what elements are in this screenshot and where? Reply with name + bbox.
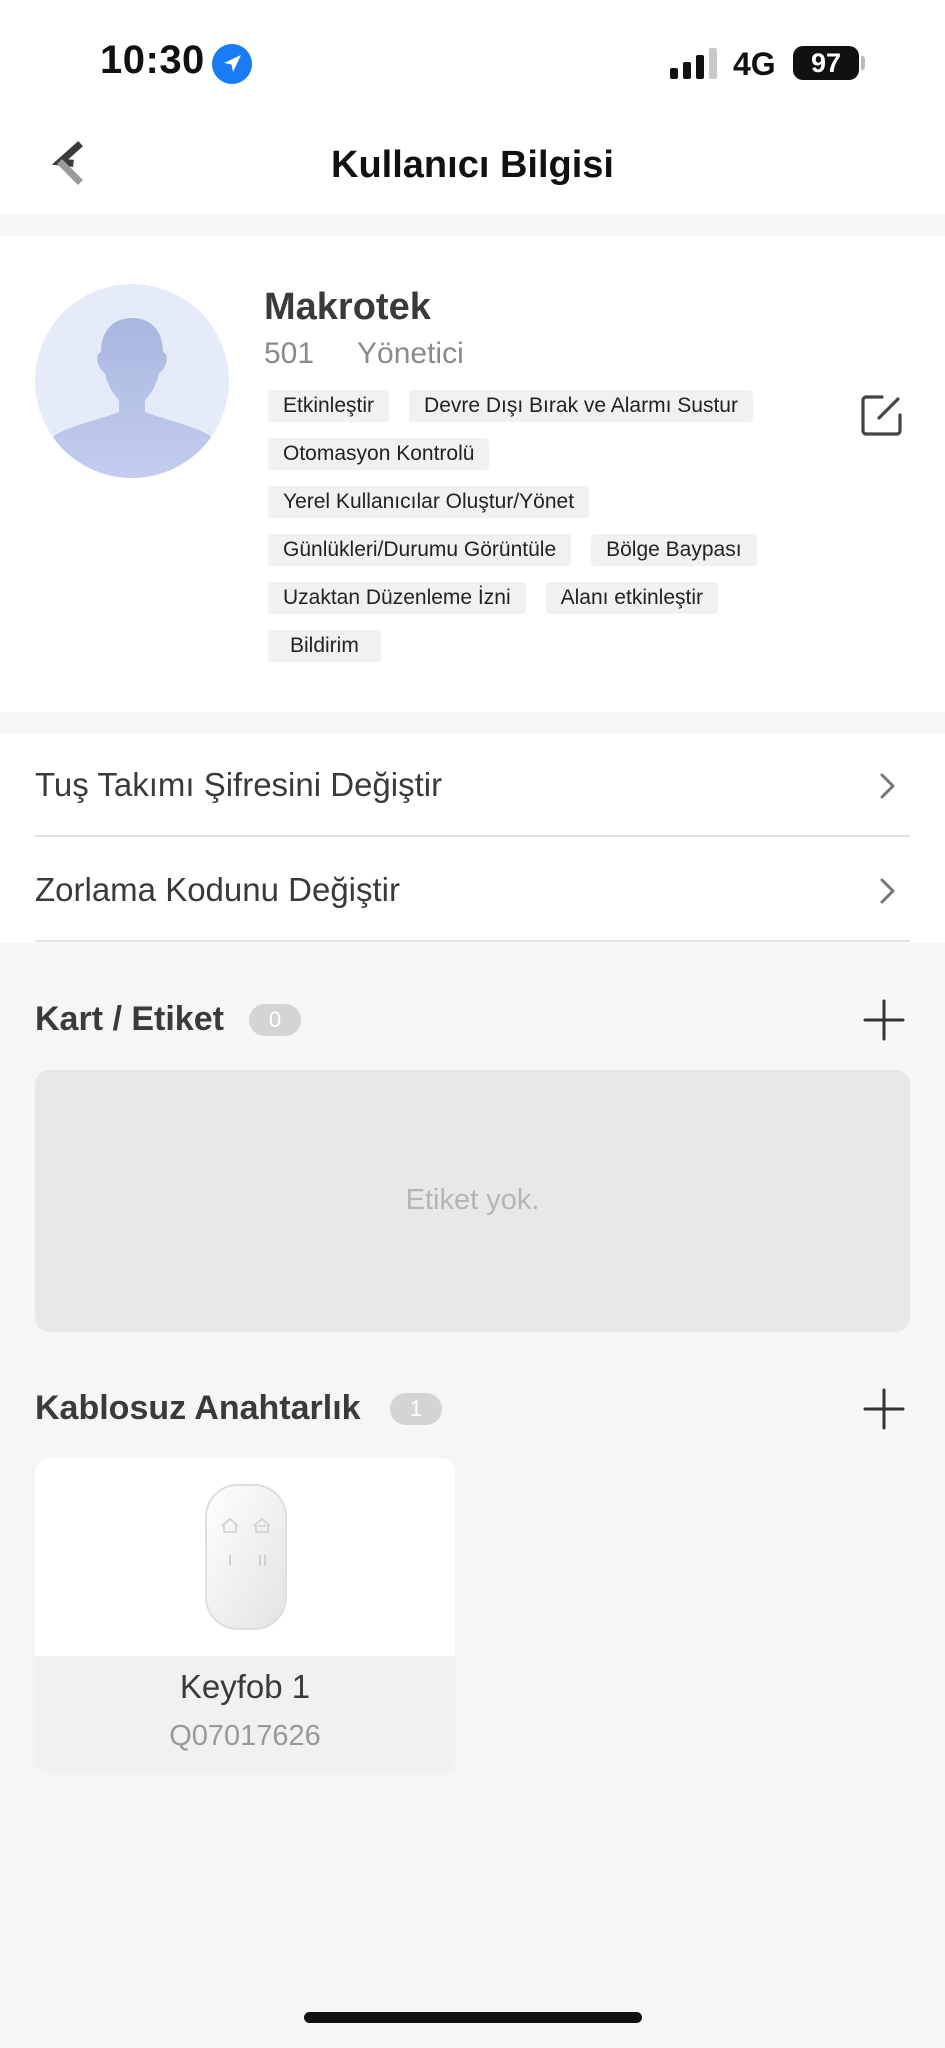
plus-icon[interactable] xyxy=(862,998,906,1042)
permission-row: Otomasyon Kontrolü xyxy=(268,438,509,470)
empty-state-text: Etiket yok. xyxy=(405,1184,540,1216)
user-name: Makrotek xyxy=(264,286,431,328)
chevron-right-icon xyxy=(878,771,898,801)
navigation-header: Kullanıcı Bilgisi xyxy=(0,110,945,214)
permission-tag: Bildirim xyxy=(268,630,381,662)
network-type: 4G xyxy=(733,46,776,82)
plus-icon[interactable] xyxy=(862,1387,906,1431)
permission-tag: Bölge Baypası xyxy=(591,534,757,566)
settings-menu: Tuş Takımı Şifresini Değiştir Zorlama Ko… xyxy=(0,733,945,943)
menu-item-label: Tuş Takımı Şifresini Değiştir xyxy=(35,766,443,803)
change-duress-code-item[interactable]: Zorlama Kodunu Değiştir xyxy=(35,838,910,942)
cards-empty-state: Etiket yok. xyxy=(35,1070,910,1332)
permission-tag: Yerel Kullanıcılar Oluştur/Yönet xyxy=(268,486,590,518)
keyfob-device-card[interactable]: Keyfob 1 Q07017626 xyxy=(35,1458,455,1770)
device-serial: Q07017626 xyxy=(169,1720,321,1752)
profile-card: Makrotek 501 Yönetici Etkinleştir Devre … xyxy=(0,236,945,712)
permission-tag: Günlükleri/Durumu Görüntüle xyxy=(268,534,572,566)
permission-tag: Alanı etkinleştir xyxy=(545,582,719,614)
status-bar: 10:30 4G 97 xyxy=(0,0,945,110)
keyfob-icon xyxy=(203,1482,289,1632)
device-image-area xyxy=(35,1458,455,1656)
home-indicator xyxy=(304,2012,642,2023)
cards-section-title: Kart / Etiket xyxy=(35,1000,224,1038)
permission-row: Yerel Kullanıcılar Oluştur/Yönet xyxy=(268,486,609,518)
permission-tag: Etkinleştir xyxy=(268,390,390,422)
cards-count-badge: 0 xyxy=(249,1004,301,1036)
permission-row: Uzaktan Düzenleme İzni Alanı etkinleştir xyxy=(268,582,738,614)
user-id: 501 xyxy=(264,337,315,370)
location-arrow-icon xyxy=(212,44,252,84)
device-name: Keyfob 1 xyxy=(179,1668,311,1705)
user-silhouette-icon xyxy=(45,318,219,478)
battery-icon: 97 xyxy=(793,46,859,80)
keyfob-section-title: Kablosuz Anahtarlık xyxy=(35,1389,361,1427)
chevron-right-icon xyxy=(878,876,898,906)
permission-tag: Uzaktan Düzenleme İzni xyxy=(268,582,526,614)
permission-tag: Devre Dışı Bırak ve Alarmı Sustur xyxy=(409,390,753,422)
edit-icon[interactable] xyxy=(858,391,906,439)
status-time: 10:30 xyxy=(100,38,205,82)
avatar xyxy=(35,284,229,478)
permission-row: Günlükleri/Durumu Görüntüle Bölge Baypas… xyxy=(268,534,777,566)
signal-icon xyxy=(670,48,720,80)
page-title: Kullanıcı Bilgisi xyxy=(331,144,614,186)
battery-tip xyxy=(861,56,865,70)
user-role: Yönetici xyxy=(357,337,464,370)
permission-tag: Otomasyon Kontrolü xyxy=(268,438,490,470)
menu-item-label: Zorlama Kodunu Değiştir xyxy=(35,871,400,908)
change-keypad-password-item[interactable]: Tuş Takımı Şifresini Değiştir xyxy=(35,733,910,837)
permission-row: Bildirim xyxy=(268,630,401,662)
keyfob-count-badge: 1 xyxy=(390,1393,442,1425)
permission-row: Etkinleştir Devre Dışı Bırak ve Alarmı S… xyxy=(268,390,773,422)
